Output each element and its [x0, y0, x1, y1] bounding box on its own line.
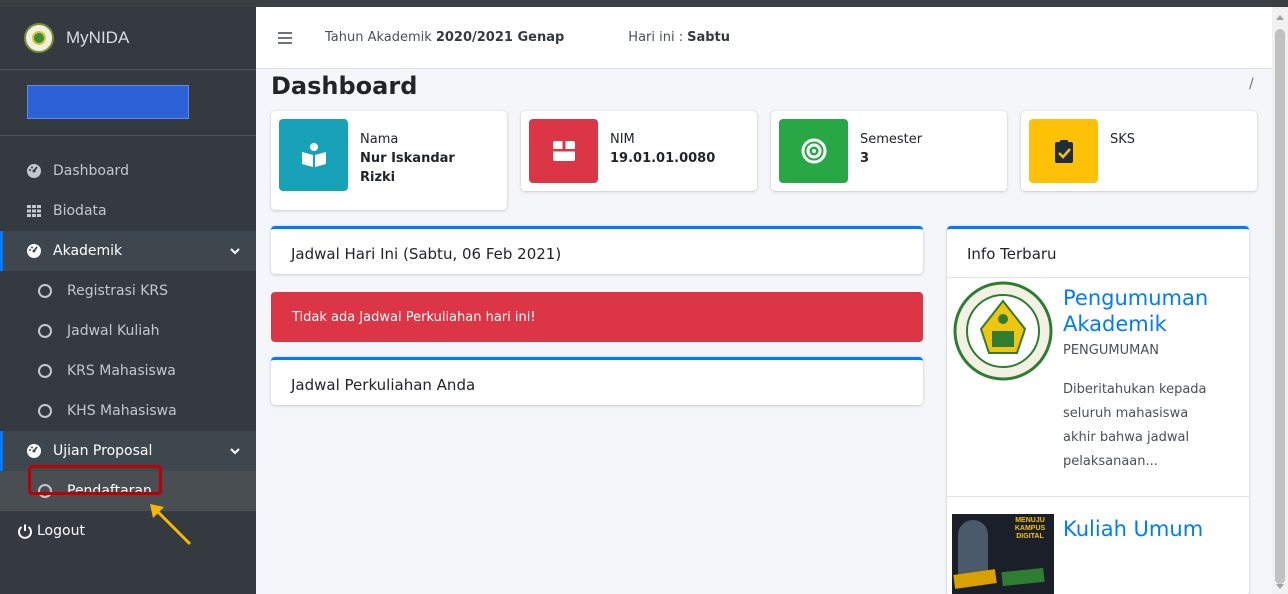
grid-icon — [26, 203, 42, 219]
today-value: Sabtu — [687, 30, 731, 45]
sidebar-item-jadwal-kuliah[interactable]: Jadwal Kuliah — [0, 311, 256, 351]
info-box-sks: SKS — [1021, 111, 1257, 191]
info-box-nama: Nama Nur Iskandar Rizki — [271, 111, 507, 210]
sidebar: MyNIDA Dashboard Biodata Akademik Regist — [0, 7, 256, 594]
info-label-sks: SKS — [1110, 132, 1136, 147]
sidebar-item-label: KHS Mahasiswa — [67, 403, 177, 419]
clipboard-check-icon — [1029, 119, 1098, 183]
school-seal-logo — [953, 281, 1053, 381]
annotation-arrow-icon — [150, 504, 192, 546]
your-schedule-card: Jadwal Perkuliahan Anda — [271, 357, 923, 405]
logout-label: Logout — [37, 523, 85, 539]
sidebar-item-label: Ujian Proposal — [53, 443, 153, 459]
breadcrumb[interactable]: / — [1249, 76, 1254, 92]
sidebar-item-dashboard[interactable]: Dashboard — [0, 151, 256, 191]
scroll-down-arrow-icon[interactable] — [1276, 584, 1284, 589]
sidebar-item-label: KRS Mahasiswa — [67, 363, 176, 379]
news-item-title[interactable]: Pengumuman Akademik — [1063, 285, 1233, 337]
sidebar-item-label: Jadwal Kuliah — [67, 323, 160, 339]
sidebar-item-label: Akademik — [53, 243, 123, 259]
circle-icon — [38, 284, 52, 298]
no-schedule-alert-text: Tidak ada Jadwal Perkuliahan hari ini! — [292, 309, 536, 325]
sidebar-item-akademik[interactable]: Akademik — [0, 231, 256, 271]
sidebar-item-label: Dashboard — [53, 163, 129, 179]
info-label-nim: NIM — [610, 132, 635, 147]
circle-icon — [38, 324, 52, 338]
sidebar-item-label: Biodata — [53, 203, 107, 219]
target-icon — [779, 119, 848, 183]
sidebar-item-registrasi-krs[interactable]: Registrasi KRS — [0, 271, 256, 311]
tachometer-icon — [26, 243, 42, 259]
info-box-semester: Semester 3 — [771, 111, 1007, 191]
window-top-strip — [0, 0, 1288, 7]
poster-headline: MENUJU KAMPUS DIGITAL — [1014, 517, 1046, 540]
info-label-nama: Nama — [360, 132, 399, 147]
tachometer-icon — [26, 163, 42, 179]
sidebar-item-label: Registrasi KRS — [67, 283, 169, 299]
your-schedule-title: Jadwal Perkuliahan Anda — [291, 376, 476, 394]
today-label: Hari ini : — [628, 30, 684, 45]
news-card-title: Info Terbaru — [967, 245, 1057, 263]
news-item-category: PENGUMUMAN — [1063, 343, 1159, 358]
annotation-highlight-box — [28, 465, 162, 495]
sidebar-item-khs-mahasiswa[interactable]: KHS Mahasiswa — [0, 391, 256, 431]
chevron-down-icon — [230, 248, 240, 255]
box-icon — [529, 119, 598, 183]
hamburger-menu-icon[interactable] — [278, 31, 292, 44]
page-title: Dashboard — [271, 72, 418, 100]
today-schedule-title: Jadwal Hari Ini (Sabtu, 06 Feb 2021) — [291, 245, 562, 263]
news-item-title[interactable]: Kuliah Umum — [1063, 516, 1203, 542]
logout-link[interactable]: Logout — [0, 511, 256, 551]
topbar: Tahun Akademik 2020/2021 Genap Hari ini … — [256, 7, 1272, 69]
sidebar-item-biodata[interactable]: Biodata — [0, 191, 256, 231]
power-icon — [18, 524, 32, 539]
brand-logo-icon — [24, 23, 54, 53]
today-schedule-card: Jadwal Hari Ini (Sabtu, 06 Feb 2021) — [271, 226, 923, 274]
circle-icon — [38, 404, 52, 418]
news-divider — [947, 496, 1249, 497]
user-name-redacted[interactable] — [27, 85, 189, 119]
brand-name: MyNIDA — [66, 28, 130, 47]
info-value-nama: Nur Iskandar Rizki — [360, 151, 455, 185]
news-card-header: Info Terbaru — [947, 229, 1249, 278]
academic-year-label: Tahun Akademik — [325, 30, 432, 45]
reader-icon — [279, 119, 348, 191]
scroll-up-arrow-icon[interactable] — [1276, 15, 1284, 20]
brand-link[interactable]: MyNIDA — [0, 7, 256, 70]
chevron-down-icon — [230, 448, 240, 455]
circle-icon — [38, 364, 52, 378]
no-schedule-alert: Tidak ada Jadwal Perkuliahan hari ini! — [271, 292, 923, 342]
info-box-nim: NIM 19.01.01.0080 — [521, 111, 757, 191]
info-value-nim: 19.01.01.0080 — [610, 151, 716, 166]
tachometer-icon — [26, 443, 42, 459]
user-panel — [0, 70, 256, 136]
info-value-semester: 3 — [860, 151, 870, 166]
kuliah-umum-poster-image: MENUJU KAMPUS DIGITAL — [952, 514, 1054, 594]
news-item-excerpt: Diberitahukan kepada seluruh mahasiswa a… — [1063, 382, 1207, 469]
academic-year-value: 2020/2021 Genap — [435, 30, 565, 45]
sidebar-item-krs-mahasiswa[interactable]: KRS Mahasiswa — [0, 351, 256, 391]
scroll-thumb[interactable] — [1275, 29, 1285, 584]
page-scrollbar[interactable] — [1272, 7, 1288, 594]
info-label-semester: Semester — [860, 132, 923, 147]
